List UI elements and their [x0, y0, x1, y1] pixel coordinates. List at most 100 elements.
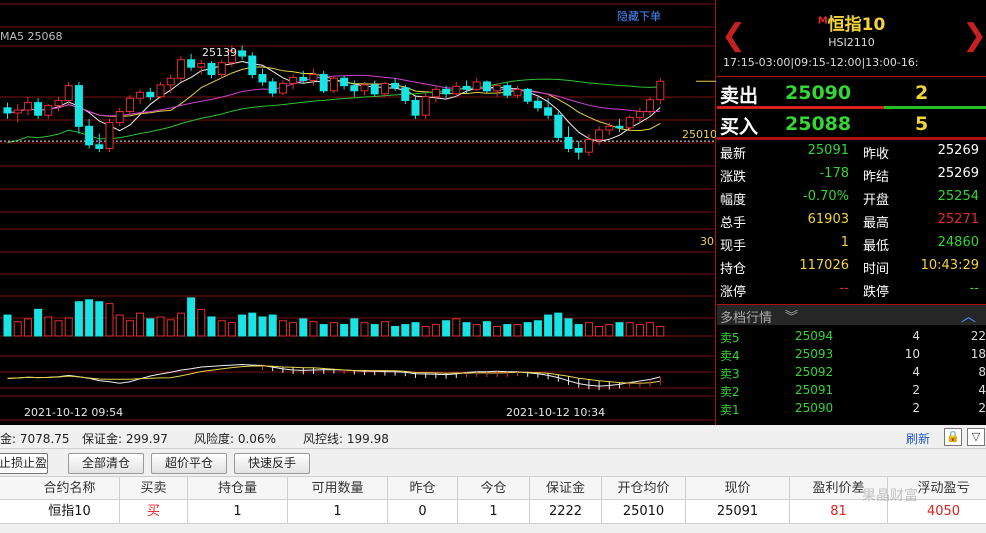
- refresh-button[interactable]: 刷新: [906, 430, 930, 447]
- candle-body: [391, 82, 400, 89]
- column-header[interactable]: 保证金: [530, 477, 602, 501]
- volume-bar: [544, 314, 553, 337]
- contract-prefix: M: [817, 15, 828, 27]
- volume-bar: [493, 325, 502, 337]
- depth-volume: 2: [912, 401, 920, 415]
- candle-body: [23, 102, 32, 111]
- ask-row[interactable]: 卖出 25090 2: [717, 78, 986, 109]
- depth-price: 25090: [795, 401, 834, 415]
- table-cell: 恒指10: [20, 500, 120, 524]
- tab-stop-loss[interactable]: 止损止盈: [0, 453, 48, 474]
- depth-volume-total: 8: [978, 365, 986, 379]
- volume-bar: [289, 322, 298, 337]
- stat-label: 最高: [863, 216, 890, 231]
- depth-row[interactable]: 卖4 25093 10 18: [717, 345, 986, 363]
- volume-bar: [13, 321, 22, 337]
- candle-body: [574, 147, 583, 153]
- candle-body: [309, 74, 318, 81]
- stat-label: 涨停: [720, 285, 747, 300]
- volume-bar: [156, 316, 165, 337]
- trading-sessions: 17:15-03:00|09:15-12:00|13:00-16:: [723, 56, 919, 69]
- candle-body: [340, 77, 349, 87]
- chevron-down-icon[interactable]: ▽: [967, 428, 985, 446]
- volume-bar: [503, 324, 512, 337]
- volume-bar: [115, 314, 124, 337]
- candle-body: [13, 109, 22, 114]
- margin-value: 保证金: 299.97: [82, 432, 168, 446]
- kline-chart[interactable]: MA5 25068 隐藏下单 25139 25010 30 2021-10-12 09:5…: [0, 0, 716, 425]
- stat-value: --: [969, 281, 979, 296]
- volume-bar: [146, 318, 155, 337]
- column-header[interactable]: 开仓均价: [602, 477, 686, 501]
- volume-bar: [44, 316, 53, 337]
- candle-body: [646, 99, 655, 113]
- candle-body: [187, 59, 196, 68]
- column-header[interactable]: 合约名称: [20, 477, 120, 501]
- column-header[interactable]: 可用数量: [288, 477, 388, 501]
- table-cell: 买: [120, 500, 188, 524]
- depth-row[interactable]: 卖1 25090 2 2: [717, 399, 986, 417]
- contract-code: HSI2110: [828, 36, 875, 49]
- candle-body: [523, 88, 532, 102]
- column-header[interactable]: 今仓: [458, 477, 530, 501]
- stat-label: 现手: [720, 239, 747, 254]
- depth-row[interactable]: 卖3 25092 4 8: [717, 363, 986, 381]
- stat-value: 25254: [937, 189, 979, 204]
- volume-bar: [350, 318, 359, 337]
- depth-list: 卖5 25094 4 22 卖4 25093 10 18 卖3 25092 4 8 卖2 25091 2 4 卖…: [717, 327, 986, 417]
- volume-bar: [248, 312, 257, 337]
- stat-row: 持仓 117026 时间 10:43:29: [717, 255, 986, 278]
- table-cell: 1: [188, 500, 288, 524]
- depth-label: 卖5: [720, 331, 740, 345]
- volume-bar: [74, 301, 83, 337]
- volume-bar: [176, 312, 185, 337]
- ask-volume: 2: [915, 82, 929, 104]
- stat-label: 总手: [720, 216, 747, 231]
- candle-body: [105, 122, 114, 149]
- hide-orders-link[interactable]: 隐藏下单: [617, 10, 661, 23]
- candle-body: [125, 97, 134, 113]
- candle-body: [544, 107, 553, 116]
- bid-row[interactable]: 买入 25088 5: [717, 109, 986, 140]
- depth-label: 卖3: [720, 367, 740, 381]
- depth-label: 卖1: [720, 403, 740, 417]
- column-header[interactable]: 持仓量: [188, 477, 288, 501]
- candle-body: [625, 116, 634, 129]
- volume-bar: [564, 318, 573, 337]
- candle-body: [115, 111, 124, 124]
- double-chevron-down-icon[interactable]: ︾: [785, 306, 798, 325]
- candle-body: [85, 125, 94, 146]
- cost-line-label: 25010: [682, 128, 716, 141]
- candle-body: [289, 77, 298, 84]
- column-header[interactable]: 现价: [686, 477, 790, 501]
- candle-body: [54, 99, 63, 107]
- candle-body: [64, 85, 73, 101]
- stat-row: 涨跌 -178 昨结 25269: [717, 163, 986, 186]
- depth-volume: 4: [912, 329, 920, 343]
- volume-bar: [268, 314, 277, 337]
- lock-icon[interactable]: 🔒: [944, 428, 962, 446]
- chevron-right-icon[interactable]: ❯: [962, 18, 986, 54]
- table-cell: 2222: [530, 500, 602, 524]
- column-header[interactable]: 昨仓: [388, 477, 458, 501]
- candle-body: [360, 84, 369, 92]
- volume-bar: [605, 324, 614, 337]
- depth-price: 25091: [795, 383, 834, 397]
- column-header[interactable]: 买卖: [120, 477, 188, 501]
- volume-bar: [64, 317, 73, 337]
- quick-reverse-button[interactable]: 快速反手: [234, 453, 310, 474]
- stat-value: 25091: [807, 143, 849, 158]
- volume-bar: [635, 324, 644, 337]
- volume-bar: [319, 324, 328, 337]
- depth-row[interactable]: 卖5 25094 4 22: [717, 327, 986, 345]
- chevron-up-icon[interactable]: ︿: [961, 305, 976, 326]
- kline-svg[interactable]: MA5 25068 隐藏下单 25139 25010 30 2021-10-12 09:5…: [0, 0, 716, 425]
- candle-body: [197, 62, 206, 68]
- stat-value: 25269: [937, 166, 979, 181]
- table-row[interactable]: 恒指10 买 1 1 0 1 2222 25010 25091 81 4050: [0, 500, 986, 524]
- quote-stats: 最新 25091 昨收 25269 涨跌 -178 昨结 25269 幅度 -0.70% 开盘 252…: [717, 140, 986, 301]
- over-price-close-button[interactable]: 超价平仓: [151, 453, 227, 474]
- depth-row[interactable]: 卖2 25091 2 4: [717, 381, 986, 399]
- depth-header[interactable]: 多档行情 ︾ ︿: [717, 304, 986, 326]
- close-all-button[interactable]: 全部清仓: [68, 453, 144, 474]
